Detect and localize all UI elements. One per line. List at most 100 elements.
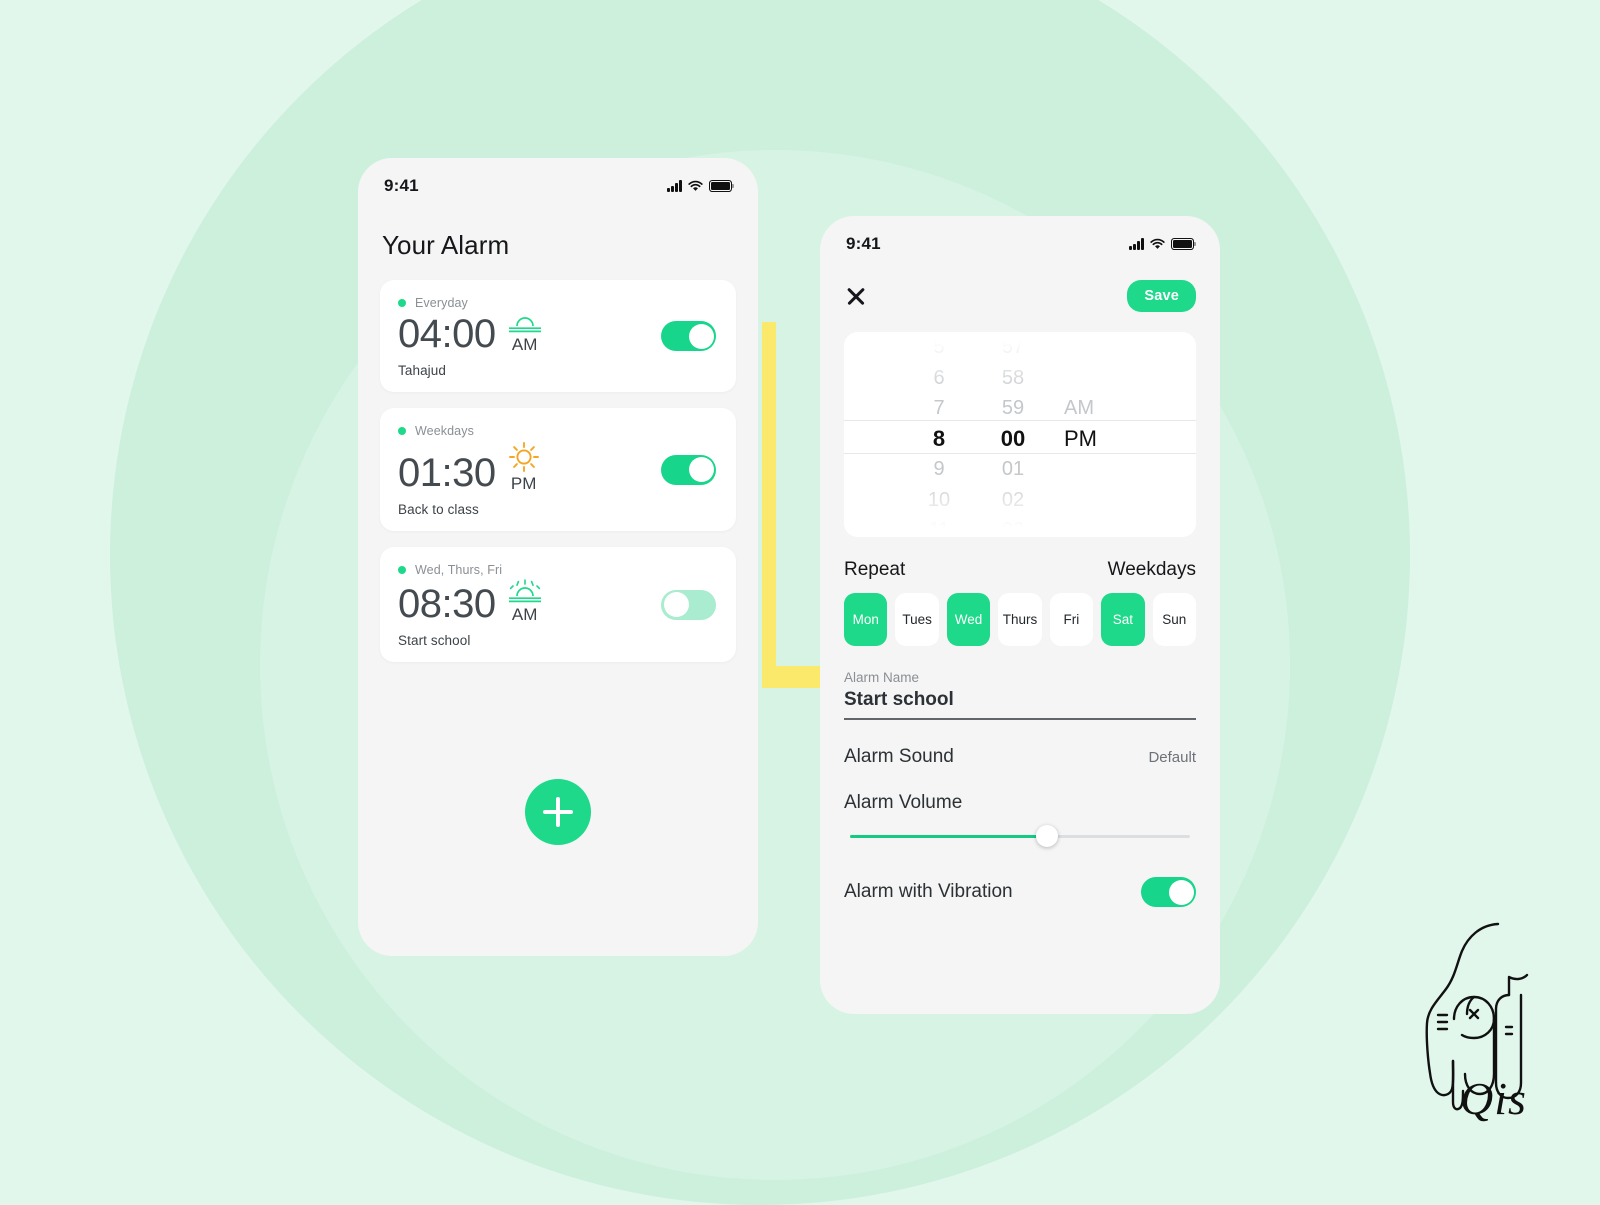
close-icon[interactable] [844,284,868,308]
minute-option[interactable]: 03 [976,515,1050,537]
alarm-vibration-label: Alarm with Vibration [844,881,1013,902]
hour-option-selected[interactable]: 8 [902,424,976,455]
hour-option[interactable]: 9 [902,454,976,485]
page-title: Your Alarm [382,230,510,260]
day-toggle-sat[interactable]: Sat [1101,593,1145,646]
alarm-meridiem: AM [511,335,538,354]
hour-option[interactable]: 11 [902,515,976,537]
picker-selection-line-top [844,420,1196,421]
battery-full-icon [709,180,735,192]
status-bar: 9:41 [358,158,758,204]
minute-option[interactable]: 59 [976,393,1050,424]
brand-logo-text: Qis [1460,1073,1527,1124]
status-bar: 9:41 [820,216,1220,262]
alarm-name-field[interactable]: Alarm Name Start school [844,670,1196,720]
repeat-section-header: Repeat Weekdays [844,559,1196,581]
alarm-card[interactable]: Weekdays 01:30 PM Back to class [380,408,736,531]
minute-option[interactable]: 58 [976,363,1050,394]
wifi-icon [688,180,703,191]
cellular-signal-icon [1129,238,1144,250]
alarm-meridiem-group: AM [505,315,545,353]
sun-icon [508,442,539,472]
alarm-enable-toggle[interactable] [661,321,716,351]
alarm-card[interactable]: Everyday 04:00 AM Tahajud [380,280,736,392]
save-button[interactable]: Save [1127,280,1196,312]
alarm-sound-label: Alarm Sound [844,746,954,767]
alarm-card-header: Everyday [398,296,718,310]
alarm-name: Start school [398,633,471,648]
status-bar-time: 9:41 [384,176,419,195]
alarm-card-header: Wed, Thurs, Fri [398,563,718,577]
alarm-volume-label: Alarm Volume [844,792,963,813]
day-toggle-mon[interactable]: Mon [844,593,888,646]
status-dot-icon [398,566,406,574]
alarm-enable-toggle[interactable] [661,589,716,620]
repeat-title: Repeat [844,559,906,580]
alarm-name: Back to class [398,502,479,517]
alarm-time: 01:30 [398,451,496,495]
hour-option[interactable]: 6 [902,363,976,394]
plus-icon [543,797,573,827]
status-bar-time: 9:41 [846,234,881,253]
toggle-knob [688,457,714,482]
day-toggle-tues[interactable]: Tues [895,593,939,646]
time-picker[interactable]: 5 6 7 8 9 10 11 57 58 59 00 01 02 03 - -… [844,332,1196,537]
status-dot-icon [398,299,406,307]
alarm-meridiem-group: AM [505,579,545,623]
wifi-icon [1150,238,1165,249]
minute-column[interactable]: 57 58 59 00 01 02 03 [976,332,1050,537]
alarm-sound-value: Default [1148,748,1196,766]
hour-option[interactable]: 10 [902,485,976,516]
hour-option[interactable]: 7 [902,393,976,424]
minute-option[interactable]: 01 [976,454,1050,485]
battery-full-icon [1171,238,1197,250]
brand-logo: Qis [1378,912,1578,1142]
alarm-enable-toggle[interactable] [661,454,716,485]
phone-screen-alarm-edit: 9:41 Save 5 6 7 8 9 10 11 57 58 59 00 01… [820,216,1220,1014]
alarm-name-input[interactable]: Start school [844,689,1196,711]
minute-option-selected[interactable]: 00 [976,424,1050,455]
toggle-knob [663,592,689,617]
sunrise-horizon-icon [508,317,541,333]
alarm-card[interactable]: Wed, Thurs, Fri 08:30 AM Start school [380,547,736,662]
status-dot-icon [398,427,406,435]
meridiem-option-selected[interactable]: PM [1064,424,1152,455]
meridiem-column[interactable]: - - AM PM [1050,332,1152,537]
status-bar-icons [1129,238,1197,250]
alarm-name-label: Alarm Name [844,670,920,685]
meridiem-option[interactable]: AM [1064,393,1152,424]
day-toggle-thurs[interactable]: Thurs [998,593,1042,646]
minute-option[interactable]: 57 [976,332,1050,363]
hour-column[interactable]: 5 6 7 8 9 10 11 [902,332,976,537]
connector-horizontal-segment [762,666,820,688]
alarm-meridiem: AM [511,605,538,624]
toggle-knob [1168,879,1194,905]
day-toggle-fri[interactable]: Fri [1049,593,1094,646]
slider-fill [850,835,1051,838]
minute-option[interactable]: 02 [976,485,1050,516]
day-toggle-wed[interactable]: Wed [946,593,991,646]
picker-selection-line-bottom [844,453,1196,454]
alarm-volume-slider[interactable] [844,825,1196,847]
alarm-list: Everyday 04:00 AM Tahajud Weekdays 01:30… [358,280,758,662]
alarm-sound-row[interactable]: Alarm Sound Default [844,746,1196,768]
cellular-signal-icon [667,180,682,192]
repeat-value: Weekdays [1107,559,1196,580]
alarm-repeat-label: Wed, Thurs, Fri [415,563,503,577]
slider-thumb[interactable] [1035,825,1058,847]
alarm-vibration-toggle[interactable] [1141,877,1196,907]
phone-screen-alarm-list: 9:41 Your Alarm Everyday 04:00 AM Tahaju… [358,158,758,956]
repeat-day-selector: Mon Tues Wed Thurs Fri Sat Sun [844,593,1196,646]
sunrise-rays-icon [508,579,541,603]
toggle-knob [688,323,714,349]
alarm-meridiem: PM [510,474,537,493]
alarm-card-header: Weekdays [398,424,718,438]
alarm-time: 04:00 [398,312,496,356]
day-toggle-sun[interactable]: Sun [1152,593,1196,646]
hour-option[interactable]: 5 [902,332,976,363]
connector-vertical-segment [762,322,776,688]
alarm-volume-row: Alarm Volume [844,792,1196,814]
add-alarm-button[interactable] [525,779,591,845]
time-picker-columns: 5 6 7 8 9 10 11 57 58 59 00 01 02 03 - -… [844,332,1196,537]
alarm-meridiem-group: PM [505,440,543,492]
